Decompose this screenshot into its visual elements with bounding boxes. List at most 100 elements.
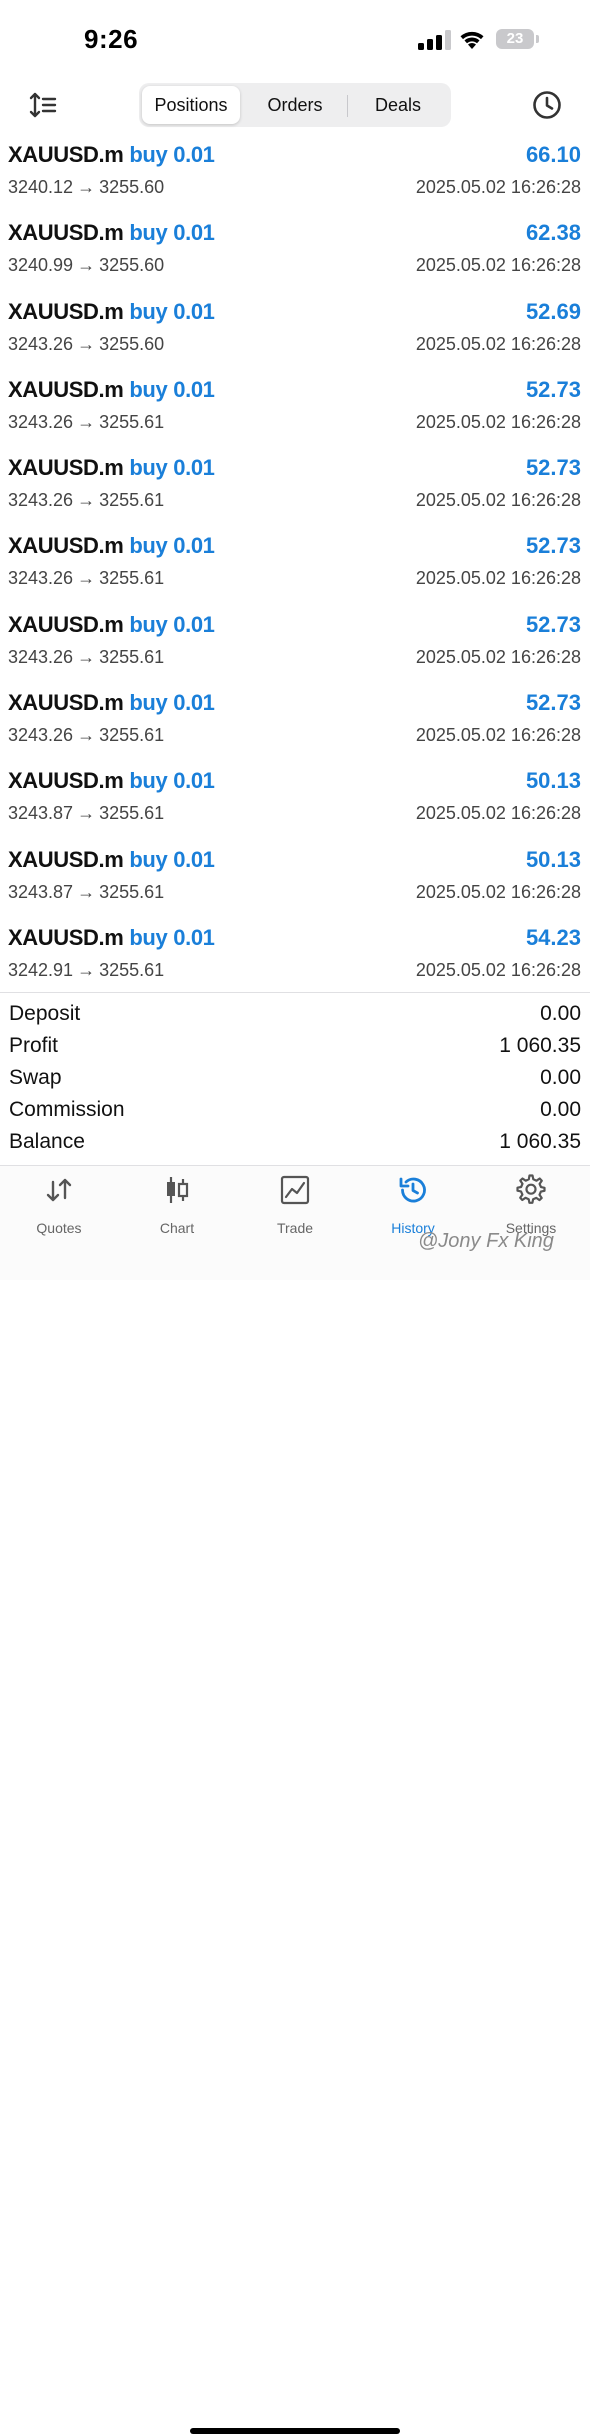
close-price: 3255.61 <box>99 803 165 824</box>
quotes-icon <box>46 1178 72 1202</box>
deal-prices: 3243.87 → 3255.61 <box>8 882 164 903</box>
tab-label: Quotes <box>36 1220 82 1236</box>
deal-volume: 0.01 <box>173 768 215 794</box>
deal-symbol: XAUUSD.m buy 0.01 <box>8 299 215 325</box>
deal-direction: buy <box>129 298 168 324</box>
header: Positions Orders Deals <box>0 78 590 134</box>
deal-volume: 0.01 <box>173 298 215 324</box>
deal-symbol: XAUUSD.m buy 0.01 <box>8 377 215 403</box>
deal-direction: buy <box>129 690 168 716</box>
deal-symbol: XAUUSD.m <box>8 142 124 167</box>
tab-orders[interactable]: Orders <box>243 86 347 124</box>
open-price: 3243.87 <box>8 803 74 824</box>
open-price: 3243.26 <box>8 411 74 432</box>
arrow-right-icon: → <box>77 411 96 432</box>
tab-trade[interactable]: Trade <box>236 1174 354 1244</box>
list-item[interactable]: XAUUSD.m buy 0.01 52.73 3243.26 → 3255.61 20… <box>0 531 590 609</box>
arrow-right-icon: → <box>77 881 96 902</box>
gear-icon <box>516 1174 546 1204</box>
list-item[interactable]: XAUUSD.m buy 0.01 52.73 3243.26 → 3255.61 20… <box>0 688 590 766</box>
deal-profit: 54.23 <box>525 924 581 950</box>
deal-direction: buy <box>129 846 168 872</box>
list-item[interactable]: XAUUSD.m buy 0.01 66.10 3240.12 → 3255.60 20… <box>0 140 590 218</box>
list-item[interactable]: XAUUSD.m buy 0.01 54.23 3242.91 → 3255.61 20… <box>0 923 590 1001</box>
deal-symbol: XAUUSD.m buy 0.01 <box>8 220 215 246</box>
tab-positions[interactable]: Positions <box>142 86 240 124</box>
summary-label: Balance <box>9 1130 85 1153</box>
close-price: 3255.61 <box>99 646 165 667</box>
tab-bar: Quotes Chart Trade History Settings <box>0 1166 590 2434</box>
deal-time: 2025.05.02 16:26:28 <box>415 803 581 824</box>
divider <box>0 992 590 993</box>
deal-profit: 52.73 <box>525 455 581 481</box>
list-item[interactable]: XAUUSD.m buy 0.01 52.73 3243.26 → 3255.61 20… <box>0 453 590 531</box>
deal-direction: buy <box>129 142 168 167</box>
deal-volume: 0.01 <box>173 455 215 481</box>
close-price: 3255.61 <box>99 490 165 511</box>
deal-time: 2025.05.02 16:26:28 <box>415 568 581 589</box>
summary-value: 1 060.35 <box>499 1034 581 1057</box>
deal-symbol: XAUUSD.m buy 0.01 <box>8 142 215 168</box>
summary-value: 0.00 <box>540 1066 581 1089</box>
summary-profit: Profit 1 060.35 <box>0 1032 590 1064</box>
close-price: 3255.60 <box>99 255 165 276</box>
tab-label: Trade <box>276 1220 314 1236</box>
deal-prices: 3240.12 → 3255.60 <box>8 177 164 198</box>
battery-tip <box>536 35 539 43</box>
trade-icon <box>280 1175 310 1205</box>
summary-label: Swap <box>9 1066 62 1089</box>
deal-volume: 0.01 <box>173 846 215 872</box>
deal-profit: 52.73 <box>525 690 581 716</box>
deal-volume: 0.01 <box>173 611 215 637</box>
summary-value: 0.00 <box>540 1098 581 1121</box>
open-price: 3243.26 <box>8 333 74 354</box>
chart-icon <box>167 1177 189 1203</box>
tab-chart[interactable]: Chart <box>118 1174 236 1244</box>
deal-prices: 3242.91 → 3255.61 <box>8 960 164 981</box>
list-item[interactable]: XAUUSD.m buy 0.01 52.73 3243.26 → 3255.61 20… <box>0 610 590 688</box>
tab-deals[interactable]: Deals <box>348 86 448 124</box>
status-bar: 9:26 23 <box>0 0 590 78</box>
arrow-right-icon: → <box>77 803 96 824</box>
arrow-right-icon: → <box>77 568 96 589</box>
summary-label: Deposit <box>9 1002 81 1025</box>
list-item[interactable]: XAUUSD.m buy 0.01 62.38 3240.99 → 3255.60 20… <box>0 218 590 296</box>
summary-deposit: Deposit 0.00 <box>0 1000 590 1032</box>
deal-prices: 3243.26 → 3255.61 <box>8 412 164 433</box>
summary-commission: Commission 0.00 <box>0 1096 590 1128</box>
list-item[interactable]: XAUUSD.m buy 0.01 50.13 3243.87 → 3255.61 20… <box>0 766 590 844</box>
tab-quotes[interactable]: Quotes <box>0 1174 118 1244</box>
deal-time: 2025.05.02 16:26:28 <box>415 725 581 746</box>
open-price: 3243.26 <box>8 568 74 589</box>
deal-symbol: XAUUSD.m <box>8 611 124 637</box>
open-price: 3240.12 <box>8 177 74 197</box>
deal-profit: 52.73 <box>525 376 581 402</box>
close-price: 3255.60 <box>99 333 165 354</box>
deal-symbol: XAUUSD.m <box>8 846 124 872</box>
close-price: 3255.61 <box>99 725 165 746</box>
clock-icon[interactable] <box>531 89 563 121</box>
list-item[interactable]: XAUUSD.m buy 0.01 52.69 3243.26 → 3255.60 20… <box>0 297 590 375</box>
list-item[interactable]: XAUUSD.m buy 0.01 52.73 3243.26 → 3255.61 20… <box>0 375 590 453</box>
deal-symbol: XAUUSD.m <box>8 533 124 559</box>
home-indicator[interactable] <box>190 2428 400 2434</box>
summary-value: 1 060.35 <box>499 1130 581 1153</box>
deal-symbol: XAUUSD.m buy 0.01 <box>8 768 215 794</box>
deal-symbol: XAUUSD.m <box>8 768 124 794</box>
deal-time: 2025.05.02 16:26:28 <box>415 490 581 511</box>
close-price: 3255.61 <box>99 959 165 980</box>
summary-balance: Balance 1 060.35 <box>0 1128 590 1160</box>
deal-profit: 62.38 <box>525 220 581 246</box>
open-price: 3243.26 <box>8 725 74 746</box>
deal-prices: 3243.87 → 3255.61 <box>8 803 164 824</box>
open-price: 3242.91 <box>8 959 74 980</box>
sort-icon[interactable] <box>28 90 58 120</box>
battery-level: 23 <box>506 30 524 47</box>
deal-symbol: XAUUSD.m <box>8 455 124 481</box>
close-price: 3255.61 <box>99 568 165 589</box>
list-item[interactable]: XAUUSD.m buy 0.01 50.13 3243.87 → 3255.61 20… <box>0 845 590 923</box>
deal-symbol: XAUUSD.m buy 0.01 <box>8 612 215 638</box>
deal-profit: 52.69 <box>525 298 581 324</box>
open-price: 3243.26 <box>8 646 74 667</box>
deal-time: 2025.05.02 16:26:28 <box>415 177 581 197</box>
